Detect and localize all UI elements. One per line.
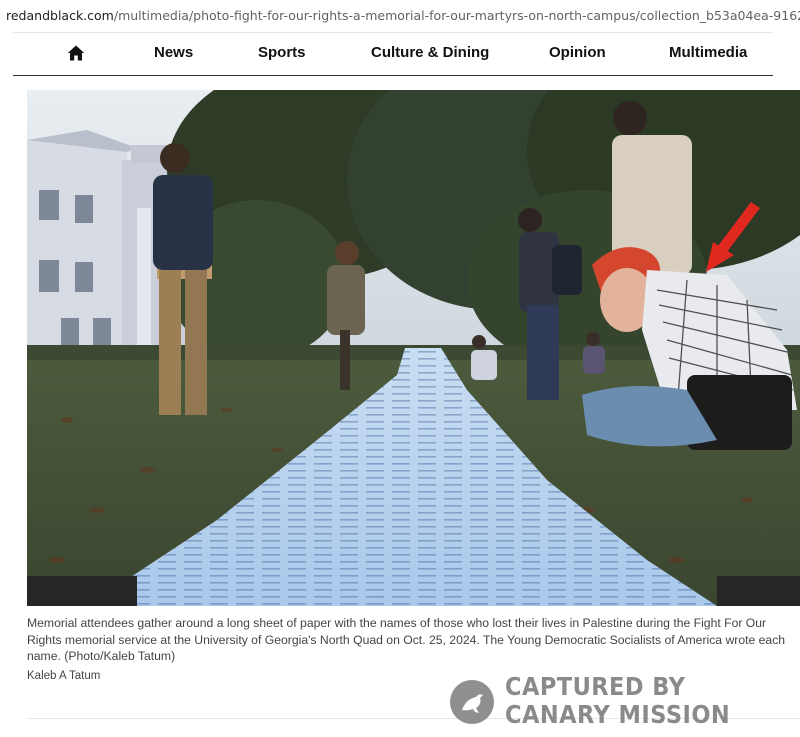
address-bar[interactable]: redandblack.com/multimedia/photo-fight-f… xyxy=(0,0,800,30)
photo-credit: Kaleb A Tatum xyxy=(27,670,101,682)
home-icon[interactable] xyxy=(67,44,85,62)
nav-news[interactable]: News xyxy=(154,44,193,61)
url-path: /multimedia/photo-fight-for-our-rights-a… xyxy=(113,7,800,23)
photo-caption: Memorial attendees gather around a long … xyxy=(27,616,786,663)
nav-opinion[interactable]: Opinion xyxy=(549,44,606,61)
site-navigation: News Sports Culture & Dining Opinion Mul… xyxy=(13,32,773,76)
nav-multimedia[interactable]: Multimedia xyxy=(669,44,747,61)
nav-culture-dining[interactable]: Culture & Dining xyxy=(371,44,489,61)
canary-bird-logo-icon xyxy=(450,680,494,724)
nav-sports[interactable]: Sports xyxy=(258,44,306,61)
article-photo xyxy=(27,90,800,606)
watermark-line-1: CAPTURED BY xyxy=(505,672,686,701)
watermark-line-2: CANARY MISSION xyxy=(505,700,731,729)
url-host: redandblack.com xyxy=(6,7,114,23)
